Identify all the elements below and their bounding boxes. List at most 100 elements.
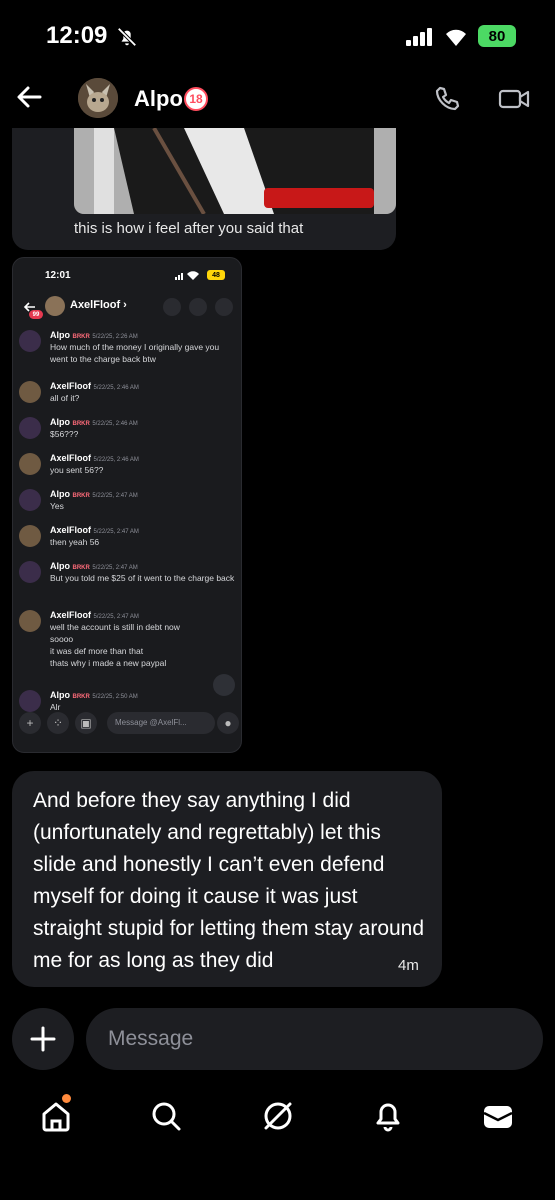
shot-mic-icon: ● xyxy=(217,712,239,734)
shot-message-timestamp: 5/22/25, 2:50 AM xyxy=(92,694,138,700)
plus-icon xyxy=(30,1026,56,1052)
shot-signal-icon xyxy=(175,271,199,280)
shot-message-author: AxelFloof xyxy=(50,381,92,391)
shot-message-timestamp: 5/22/25, 2:46 AM xyxy=(92,421,138,427)
shot-message-author: AxelFloof xyxy=(50,525,92,535)
shot-call-icon xyxy=(163,298,181,316)
shot-message-timestamp: 5/22/25, 2:46 AM xyxy=(93,385,139,391)
shot-message-avatar xyxy=(19,453,41,475)
battery-indicator: 80 xyxy=(478,25,516,47)
shot-message-header: Alpo BRKR 5/22/25, 2:47 AM xyxy=(50,489,138,499)
shot-message-tag: BRKR xyxy=(72,493,90,499)
shot-message-header: Alpo BRKR 5/22/25, 2:46 AM xyxy=(50,417,138,427)
status-time: 12:09 xyxy=(46,22,108,49)
attachment-artwork xyxy=(74,128,396,214)
shot-message-tag: BRKR xyxy=(72,565,90,571)
shot-message-avatar xyxy=(19,381,41,403)
home-notification-dot xyxy=(62,1094,71,1103)
shot-message-avatar xyxy=(19,690,41,712)
shot-message-header: AxelFloof 5/22/25, 2:46 AM xyxy=(50,453,139,463)
shot-unread-badge: 99 xyxy=(29,310,43,319)
shot-message-header: AxelFloof 5/22/25, 2:46 AM xyxy=(50,381,139,391)
shot-apps-icon: ⁘ xyxy=(47,712,69,734)
shot-message-timestamp: 5/22/25, 2:47 AM xyxy=(93,529,139,535)
shot-message-avatar xyxy=(19,330,41,352)
shot-avatar xyxy=(45,296,65,316)
avatar-image xyxy=(78,78,118,118)
shot-battery: 48 xyxy=(207,270,225,280)
shot-message-tag: BRKR xyxy=(72,334,90,340)
shot-message-timestamp: 5/22/25, 2:26 AM xyxy=(92,334,138,340)
shot-header: 99 AxelFloof › xyxy=(13,294,241,324)
shot-message-header: Alpo BRKR 5/22/25, 2:26 AM xyxy=(50,330,138,340)
shot-message-avatar xyxy=(19,417,41,439)
message-input[interactable]: Message xyxy=(86,1008,543,1070)
shot-message-header: Alpo BRKR 5/22/25, 2:50 AM xyxy=(50,690,138,700)
phone-icon[interactable] xyxy=(432,84,462,114)
shot-message-avatar xyxy=(19,525,41,547)
avatar[interactable] xyxy=(78,78,118,118)
shot-message-header: Alpo BRKR 5/22/25, 2:47 AM xyxy=(50,561,138,571)
shot-message-timestamp: 5/22/25, 2:47 AM xyxy=(93,614,139,620)
screenshot-attachment[interactable]: 12:01 48 99 AxelFloof › Alpo BRKR 5/22/2… xyxy=(12,257,242,753)
message-text: this is how i feel after you said that xyxy=(74,220,304,237)
shot-composer: + ⁘ ▣ Message @AxelFl... ● xyxy=(19,710,239,736)
home-icon[interactable] xyxy=(38,1098,74,1134)
status-bar: 12:09 80 xyxy=(0,0,555,70)
shot-message-text: How much of the money I originally gave … xyxy=(50,342,220,364)
shot-message-author: AxelFloof xyxy=(50,610,92,620)
back-arrow-icon[interactable] xyxy=(14,82,44,112)
search-icon[interactable] xyxy=(148,1098,184,1134)
shot-message-text: Yes xyxy=(50,501,64,511)
shot-message-timestamp: 5/22/25, 2:47 AM xyxy=(92,565,138,571)
shot-battery-level: 48 xyxy=(212,271,220,279)
discover-icon[interactable] xyxy=(260,1098,296,1134)
inbox-icon[interactable] xyxy=(480,1098,516,1134)
message-bubble: And before they say anything I did (unfo… xyxy=(12,771,442,987)
message-image-attachment: this is how i feel after you said that xyxy=(12,128,396,250)
cellular-signal-icon xyxy=(406,28,432,46)
shot-message-timestamp: 5/22/25, 2:47 AM xyxy=(92,493,138,499)
wifi-icon xyxy=(446,29,466,46)
shot-message-timestamp: 5/22/25, 2:46 AM xyxy=(93,457,139,463)
shot-message-author: Alpo xyxy=(50,417,70,427)
shot-gift-icon: ▣ xyxy=(75,712,97,734)
shot-status-time: 12:01 xyxy=(45,270,71,281)
shot-message-avatar xyxy=(19,561,41,583)
battery-level: 80 xyxy=(488,27,506,45)
shot-message-header: AxelFloof 5/22/25, 2:47 AM xyxy=(50,525,139,535)
video-camera-icon[interactable] xyxy=(498,84,530,114)
shot-message-text: $56??? xyxy=(50,429,79,439)
shot-channel-name: AxelFloof › xyxy=(70,299,127,311)
shot-scroll-down-icon xyxy=(213,674,235,696)
message-text: And before they say anything I did (unfo… xyxy=(33,789,425,972)
chat-header: Alpo 18 xyxy=(0,72,555,128)
shot-search-icon xyxy=(215,298,233,316)
shot-message-text: then yeah 56 xyxy=(50,537,100,547)
shot-message-text: But you told me $25 of it went to the ch… xyxy=(50,573,235,583)
shot-message-tag: BRKR xyxy=(72,694,90,700)
shot-message-avatar xyxy=(19,489,41,511)
shot-message-author: Alpo xyxy=(50,690,70,700)
message-timestamp: 4m xyxy=(398,957,419,974)
add-attachment-button[interactable] xyxy=(12,1008,74,1070)
shot-message-author: AxelFloof xyxy=(50,453,92,463)
shot-message-text: you sent 56?? xyxy=(50,465,104,475)
age-restricted-badge: 18 xyxy=(184,87,208,111)
shot-message-author: Alpo xyxy=(50,489,70,499)
notifications-icon[interactable] xyxy=(370,1098,406,1134)
shot-message-tag: BRKR xyxy=(72,421,90,427)
shot-message-input: Message @AxelFl... xyxy=(107,712,215,734)
shot-message-author: Alpo xyxy=(50,330,70,340)
shot-plus-icon: + xyxy=(19,712,41,734)
shot-message-header: AxelFloof 5/22/25, 2:47 AM xyxy=(50,610,139,620)
shot-message-author: Alpo xyxy=(50,561,70,571)
shot-message-text: all of it? xyxy=(50,393,80,403)
shot-video-icon xyxy=(189,298,207,316)
bell-off-icon xyxy=(117,27,137,47)
message-input-placeholder: Message xyxy=(108,1027,194,1050)
shot-message-avatar xyxy=(19,610,41,632)
attachment-image[interactable] xyxy=(74,128,396,214)
shot-message-text: well the account is still in debt now so… xyxy=(50,622,180,668)
contact-name[interactable]: Alpo xyxy=(134,86,183,112)
